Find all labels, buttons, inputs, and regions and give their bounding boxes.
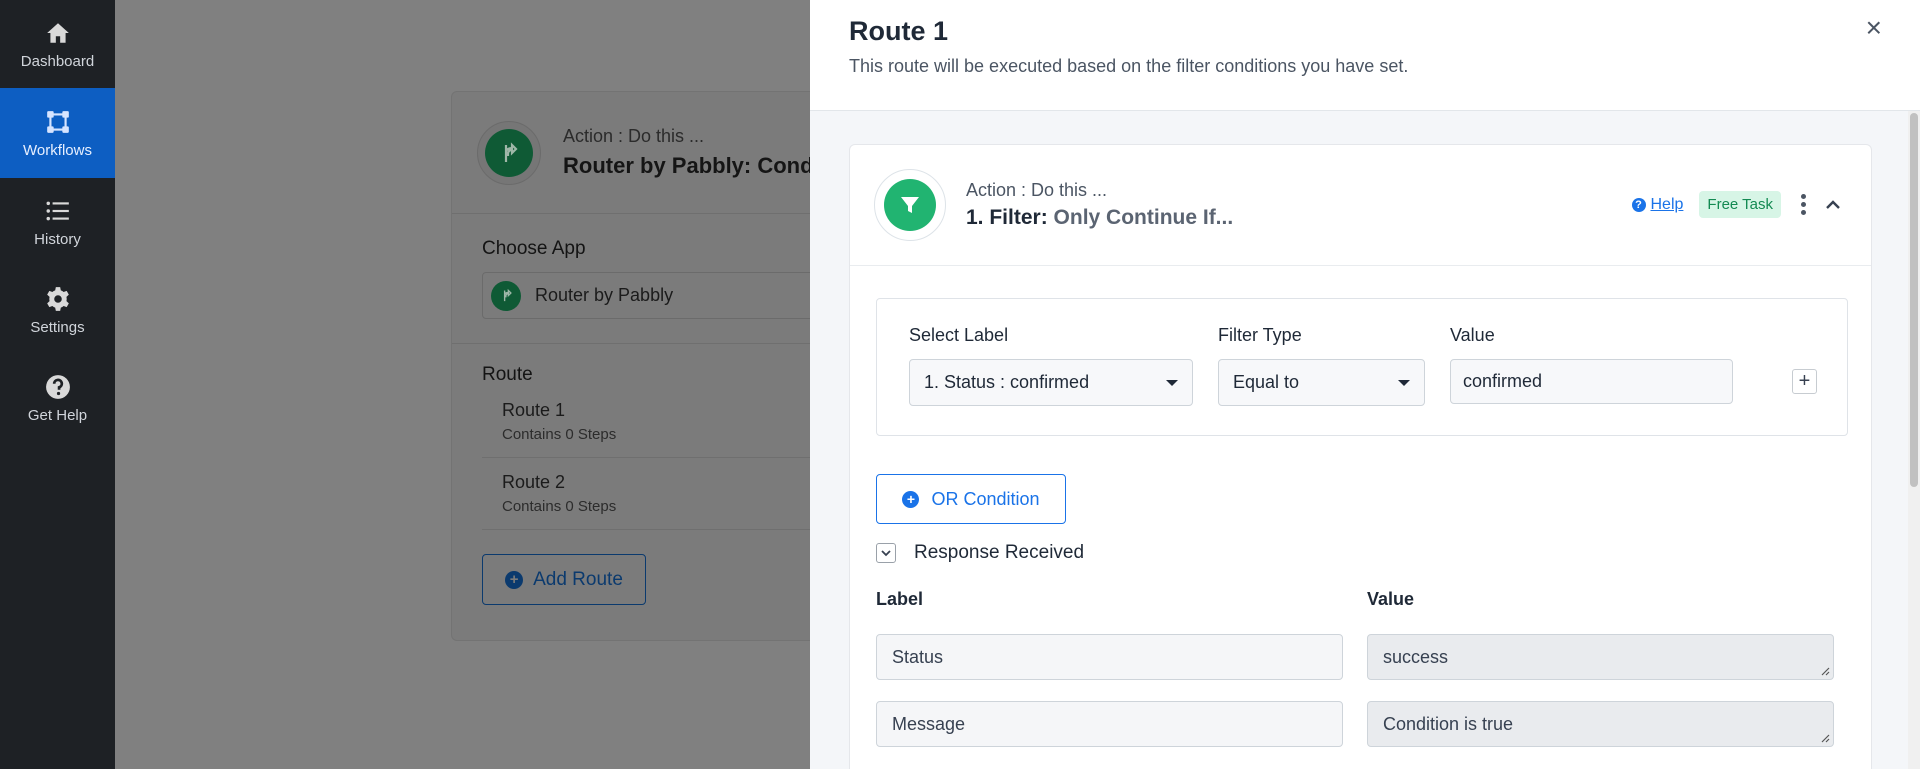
filter-title-prefix: 1. Filter: <box>966 206 1048 229</box>
filter-title-suffix: Only Continue If... <box>1053 206 1234 229</box>
response-value-field[interactable]: Condition is true <box>1367 701 1834 747</box>
select-label-dropdown[interactable]: 1. Status : confirmed <box>909 359 1193 406</box>
sidebar-item-label: Dashboard <box>20 52 95 70</box>
router-action-label: Action : Do this ... <box>563 126 705 146</box>
kebab-menu-icon[interactable] <box>1801 194 1807 215</box>
close-icon[interactable]: × <box>1866 12 1882 44</box>
filter-step-header[interactable]: Action : Do this ... 1. Filter: Only Con… <box>850 145 1871 266</box>
sidebar-item-get-help[interactable]: Get Help <box>0 354 115 442</box>
router-app-icon <box>477 120 541 185</box>
filter-step-title: 1. Filter: Only Continue If... <box>966 206 1233 230</box>
help-label: Help <box>1650 195 1684 213</box>
add-route-button[interactable]: + Add Route <box>482 554 646 605</box>
response-label-heading: Label <box>876 589 924 609</box>
sidebar-item-dashboard[interactable]: Dashboard <box>0 0 115 88</box>
add-route-label: Add Route <box>533 568 623 590</box>
scrollbar-thumb[interactable] <box>1910 113 1918 487</box>
or-condition-label: OR Condition <box>931 488 1040 509</box>
resize-grip-icon[interactable] <box>1820 666 1830 676</box>
filter-type-dropdown[interactable]: Equal to <box>1218 359 1425 406</box>
help-link[interactable]: ? Help <box>1631 195 1684 214</box>
question-icon <box>45 374 70 399</box>
response-received-toggle[interactable]: Response Received <box>876 542 1084 564</box>
workflow-icon <box>46 110 69 133</box>
selected-app-name: Router by Pabbly <box>535 285 674 305</box>
route-steps: Contains 0 Steps <box>502 498 617 515</box>
route-panel-subtitle: This route will be executed based on the… <box>849 56 1409 76</box>
sidebar: Dashboard Workflows History Settings Get… <box>0 0 115 769</box>
gear-icon <box>46 286 69 311</box>
filter-type-value: Equal to <box>1233 372 1300 392</box>
response-label-text: Status <box>892 646 944 667</box>
choose-app-select[interactable]: Router by Pabbly <box>482 272 842 319</box>
sidebar-item-label: Workflows <box>23 141 92 159</box>
or-condition-button[interactable]: + OR Condition <box>876 474 1066 524</box>
sidebar-item-label: Get Help <box>27 406 88 424</box>
route-steps: Contains 0 Steps <box>502 426 617 443</box>
history-icon <box>46 201 69 220</box>
router-icon <box>504 141 518 162</box>
resize-grip-icon[interactable] <box>1820 733 1830 743</box>
free-task-badge: Free Task <box>1699 191 1781 218</box>
home-icon <box>46 22 69 43</box>
router-step-header[interactable]: Action : Do this ... Router by Pabbly: C… <box>452 92 850 214</box>
sidebar-item-history[interactable]: History <box>0 178 115 266</box>
route-heading: Route <box>482 364 533 385</box>
response-received-label: Response Received <box>914 542 1085 563</box>
route-item[interactable]: Route 2 Contains 0 Steps <box>482 458 820 530</box>
response-value-heading: Value <box>1367 589 1415 609</box>
choose-app-label: Choose App <box>482 238 586 259</box>
caret-down-icon <box>1166 380 1178 386</box>
filter-condition-box: Select Label 1. Status : confirmed Filte… <box>876 298 1848 436</box>
route-name: Route 2 <box>502 472 566 492</box>
select-label-heading: Select Label <box>909 325 1009 345</box>
filter-app-icon <box>874 169 946 241</box>
plus-circle-icon: + <box>505 570 524 589</box>
router-app-title: Router by Pabbly: Cond <box>563 153 814 178</box>
route-panel-header: Route 1 This route will be executed base… <box>810 0 1920 111</box>
filter-step-card: Action : Do this ... 1. Filter: Only Con… <box>849 144 1872 769</box>
route-item[interactable]: Route 1 Contains 0 Steps <box>482 386 820 458</box>
sidebar-item-label: History <box>34 230 81 248</box>
panel-scrollbar[interactable] <box>1908 111 1920 769</box>
funnel-icon <box>901 197 919 213</box>
sidebar-item-settings[interactable]: Settings <box>0 266 115 354</box>
route-panel-title: Route 1 <box>849 16 949 46</box>
response-label-field[interactable]: Message <box>876 701 1343 747</box>
route-panel: Route 1 This route will be executed base… <box>810 0 1920 769</box>
response-value-field[interactable]: success <box>1367 634 1834 680</box>
response-label-field[interactable]: Status <box>876 634 1343 680</box>
chevron-down-icon[interactable] <box>876 543 896 563</box>
response-value-text: success <box>1383 646 1449 667</box>
filter-type-heading: Filter Type <box>1218 325 1302 345</box>
response-value-text: Condition is true <box>1383 713 1514 734</box>
chevron-up-icon[interactable] <box>1825 197 1841 213</box>
filter-action-label: Action : Do this ... <box>966 180 1108 200</box>
router-step-card: Action : Do this ... Router by Pabbly: C… <box>451 91 851 641</box>
route-name: Route 1 <box>502 400 566 420</box>
filter-value-input[interactable] <box>1450 359 1733 404</box>
plus-circle-icon: + <box>902 490 920 508</box>
response-label-text: Message <box>892 713 966 734</box>
caret-down-icon <box>1398 380 1410 386</box>
select-label-value: 1. Status : confirmed <box>924 372 1090 392</box>
question-circle-icon: ? <box>1631 197 1646 212</box>
add-condition-button[interactable]: + <box>1792 369 1817 394</box>
sidebar-item-label: Settings <box>30 318 85 336</box>
value-heading: Value <box>1450 325 1495 345</box>
sidebar-item-workflows[interactable]: Workflows <box>0 88 115 178</box>
router-icon <box>503 288 512 302</box>
